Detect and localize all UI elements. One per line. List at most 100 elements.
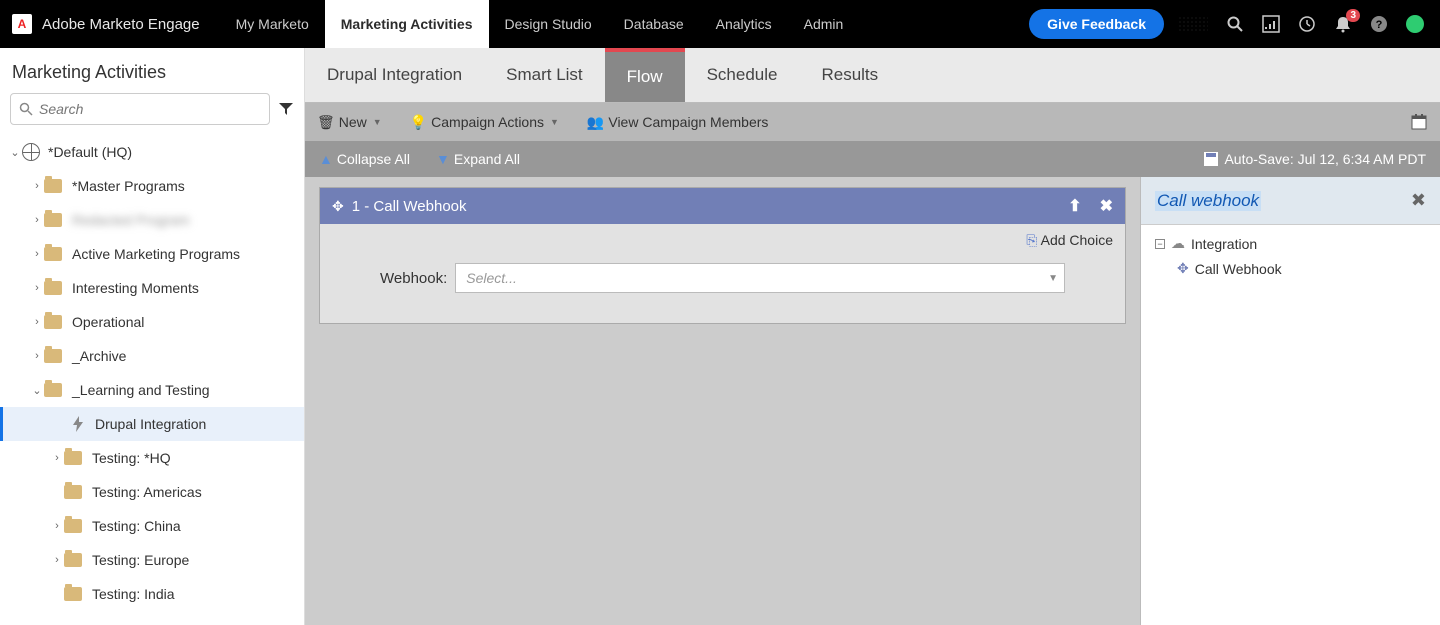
- filter-icon[interactable]: [278, 101, 294, 117]
- chevron-right-icon: ›: [50, 520, 64, 532]
- bolt-icon: [71, 416, 85, 432]
- folder-icon: [64, 451, 82, 465]
- chevron-right-icon: ›: [30, 350, 44, 362]
- close-icon[interactable]: ✖: [1411, 190, 1426, 211]
- tree: ⌄ *Default (HQ) › *Master Programs › Red…: [0, 135, 304, 625]
- campaign-actions-button[interactable]: 💡 Campaign Actions ▼: [410, 114, 559, 131]
- tabs-row: Drupal Integration Smart List Flow Sched…: [305, 48, 1440, 103]
- tree-item-learning[interactable]: ⌄ _Learning and Testing: [0, 373, 304, 407]
- webhook-placeholder: Select...: [466, 270, 517, 286]
- folder-icon: [44, 247, 62, 261]
- avatar[interactable]: [1406, 15, 1424, 33]
- tree-item-redacted[interactable]: › Redacted Program: [0, 203, 304, 237]
- search-icon[interactable]: [1226, 15, 1244, 33]
- folder-icon: [64, 587, 82, 601]
- new-button[interactable]: 🗑 New ▼: [317, 114, 382, 131]
- adobe-logo: A: [12, 14, 32, 34]
- folder-icon: [44, 315, 62, 329]
- triangle-up-icon: ▲: [319, 151, 333, 167]
- add-choice-button[interactable]: ⎘ Add Choice: [1026, 232, 1113, 248]
- add-choice-icon: ⎘: [1026, 232, 1037, 248]
- webhook-select[interactable]: Select... ▼: [455, 263, 1065, 293]
- search-input[interactable]: [10, 93, 270, 125]
- expand-all-button[interactable]: ▼ Expand All: [436, 151, 520, 167]
- tree-item-operational[interactable]: › Operational: [0, 305, 304, 339]
- nav-marketing-activities[interactable]: Marketing Activities: [325, 0, 489, 48]
- tree-label: Testing: India: [92, 586, 175, 602]
- chevron-right-icon: ›: [30, 248, 44, 260]
- webhook-label: Webhook:: [380, 270, 447, 287]
- flow-area: ✥ 1 - Call Webhook ⬆ ✖ ⎘ Add Choice: [305, 177, 1140, 625]
- tree-label: Redacted Program: [72, 212, 190, 228]
- tab-results[interactable]: Results: [799, 48, 900, 102]
- collapse-icon: −: [1155, 239, 1165, 249]
- lightbulb-icon: 💡: [410, 114, 427, 131]
- autosave-status: Auto-Save: Jul 12, 6:34 AM PDT: [1204, 151, 1426, 167]
- tenant-indicator: [1178, 16, 1208, 32]
- tab-smart-list[interactable]: Smart List: [484, 48, 605, 102]
- history-icon[interactable]: [1298, 15, 1316, 33]
- dashboard-icon[interactable]: [1262, 15, 1280, 33]
- plus-icon: ✥: [1177, 260, 1189, 277]
- workarea: Drupal Integration Smart List Flow Sched…: [305, 48, 1440, 625]
- tab-drupal-integration[interactable]: Drupal Integration: [305, 48, 484, 102]
- tab-schedule[interactable]: Schedule: [685, 48, 800, 102]
- calendar-icon[interactable]: [1410, 113, 1428, 131]
- chevron-right-icon: ›: [30, 180, 44, 192]
- nav-my-marketo[interactable]: My Marketo: [220, 0, 325, 48]
- disk-icon: [1204, 152, 1218, 166]
- tree-item-interesting[interactable]: › Interesting Moments: [0, 271, 304, 305]
- folder-icon: [44, 213, 62, 227]
- chevron-right-icon: ›: [30, 214, 44, 226]
- tree-label: _Archive: [72, 348, 126, 364]
- folder-icon: [44, 383, 62, 397]
- tree-item-test-india[interactable]: Testing: India: [0, 577, 304, 611]
- tree-item-test-europe[interactable]: › Testing: Europe: [0, 543, 304, 577]
- folder-icon: [44, 179, 62, 193]
- tree-item-master[interactable]: › *Master Programs: [0, 169, 304, 203]
- chevron-right-icon: ›: [50, 452, 64, 464]
- side-panel-title: Call webhook: [1155, 191, 1261, 211]
- tree-label: Active Marketing Programs: [72, 246, 240, 262]
- nav-analytics[interactable]: Analytics: [700, 0, 788, 48]
- help-icon[interactable]: ?: [1370, 15, 1388, 33]
- give-feedback-button[interactable]: Give Feedback: [1029, 9, 1164, 39]
- nav-design-studio[interactable]: Design Studio: [489, 0, 608, 48]
- tab-flow[interactable]: Flow: [605, 48, 685, 102]
- side-panel-item-call-webhook[interactable]: ✥ Call Webhook: [1155, 260, 1426, 277]
- tree-label: Operational: [72, 314, 144, 330]
- tree-item-active[interactable]: › Active Marketing Programs: [0, 237, 304, 271]
- tree-label: Testing: Americas: [92, 484, 202, 500]
- svg-text:?: ?: [1376, 19, 1383, 31]
- chevron-right-icon: ›: [50, 554, 64, 566]
- tree-item-test-hq[interactable]: › Testing: *HQ: [0, 441, 304, 475]
- flow-step-card: ✥ 1 - Call Webhook ⬆ ✖ ⎘ Add Choice: [319, 187, 1126, 324]
- collapse-all-button[interactable]: ▲ Collapse All: [319, 151, 410, 167]
- flow-step-header[interactable]: ✥ 1 - Call Webhook ⬆ ✖: [320, 188, 1125, 224]
- tree-label: *Default (HQ): [48, 144, 132, 160]
- nav-admin[interactable]: Admin: [788, 0, 860, 48]
- bell-icon[interactable]: 3: [1334, 15, 1352, 33]
- tree-item-test-americas[interactable]: Testing: Americas: [0, 475, 304, 509]
- view-campaign-members-button[interactable]: 👥 View Campaign Members: [587, 114, 768, 131]
- folder-icon: [44, 281, 62, 295]
- tree-item-archive[interactable]: › _Archive: [0, 339, 304, 373]
- nav-database[interactable]: Database: [608, 0, 700, 48]
- tree-root[interactable]: ⌄ *Default (HQ): [0, 135, 304, 169]
- people-icon: 👥: [587, 114, 604, 131]
- tree-label: *Master Programs: [72, 178, 185, 194]
- folder-icon: [44, 349, 62, 363]
- side-panel-category[interactable]: − ☁ Integration: [1155, 235, 1426, 252]
- side-panel-header: Call webhook ✖: [1141, 177, 1440, 225]
- tree-item-test-china[interactable]: › Testing: China: [0, 509, 304, 543]
- search-icon: [19, 102, 33, 116]
- tree-label: Testing: China: [92, 518, 181, 534]
- triangle-down-icon: ▼: [436, 151, 450, 167]
- sidebar: Marketing Activities ⌄ *Default (HQ) ›: [0, 48, 305, 625]
- sidebar-title: Marketing Activities: [0, 48, 304, 93]
- arrow-up-icon[interactable]: ⬆: [1068, 196, 1081, 216]
- close-icon[interactable]: ✖: [1100, 196, 1113, 216]
- search-field[interactable]: [39, 101, 261, 117]
- chevron-down-icon: ▼: [373, 117, 382, 127]
- tree-item-drupal[interactable]: Drupal Integration: [0, 407, 304, 441]
